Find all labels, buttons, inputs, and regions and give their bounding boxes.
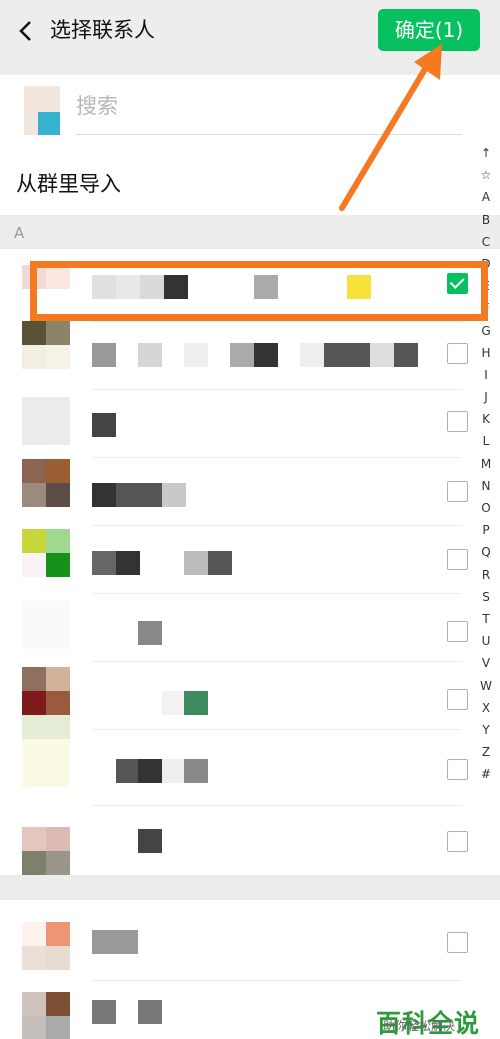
search-input[interactable]: 搜索 <box>76 90 118 120</box>
index-letter[interactable]: B <box>476 209 496 231</box>
highlight-annotation-box <box>30 261 488 321</box>
contact-checkbox[interactable] <box>447 831 468 852</box>
index-letter[interactable]: Q <box>476 541 496 563</box>
index-letter[interactable]: H <box>476 342 496 364</box>
section-header <box>0 215 500 249</box>
list-item[interactable] <box>0 457 500 525</box>
avatar <box>22 601 70 649</box>
index-letter[interactable]: S <box>476 586 496 608</box>
avatar <box>22 667 70 715</box>
list-item[interactable] <box>0 389 500 457</box>
contact-checkbox[interactable] <box>447 621 468 642</box>
list-item[interactable] <box>0 321 500 389</box>
index-letter[interactable]: U <box>476 630 496 652</box>
contact-checkbox[interactable] <box>447 343 468 364</box>
avatar <box>22 992 70 1039</box>
list-item[interactable] <box>0 661 500 729</box>
list-item[interactable] <box>0 525 500 593</box>
annotation-arrow-icon <box>339 44 442 211</box>
page-title: 选择联系人 <box>50 18 155 42</box>
index-letter[interactable]: ☆ <box>476 164 496 186</box>
alphabet-index-bar[interactable]: ↑ ☆ A B C D E F G H I J K L M N O P Q R S T U V W X Y Z # <box>476 142 496 785</box>
index-letter[interactable]: M <box>476 453 496 475</box>
index-letter[interactable]: P <box>476 519 496 541</box>
index-letter[interactable]: X <box>476 697 496 719</box>
index-letter[interactable]: K <box>476 408 496 430</box>
contact-checkbox[interactable] <box>447 932 468 953</box>
contact-list <box>0 249 500 875</box>
watermark-subtitle: 助你轻松解决 <box>383 1019 456 1033</box>
avatar <box>22 922 70 970</box>
back-arrow-icon[interactable] <box>14 16 40 46</box>
section-letter: A <box>14 224 25 242</box>
index-letter[interactable]: I <box>476 364 496 386</box>
index-letter[interactable]: C <box>476 231 496 253</box>
index-letter[interactable]: W <box>476 675 496 697</box>
list-item[interactable] <box>0 805 500 875</box>
index-letter[interactable]: R <box>476 564 496 586</box>
index-letter[interactable]: A <box>476 186 496 208</box>
avatar <box>22 715 70 787</box>
search-icon <box>24 86 60 136</box>
index-letter[interactable]: # <box>476 763 496 785</box>
index-letter[interactable]: O <box>476 497 496 519</box>
contact-checkbox[interactable] <box>447 549 468 570</box>
index-letter[interactable]: L <box>476 430 496 452</box>
contact-checkbox[interactable] <box>447 759 468 780</box>
index-letter[interactable]: N <box>476 475 496 497</box>
contact-checkbox[interactable] <box>447 411 468 432</box>
avatar <box>22 397 70 445</box>
index-letter[interactable]: T <box>476 608 496 630</box>
avatar <box>22 459 70 507</box>
avatar <box>22 321 70 369</box>
list-item[interactable] <box>0 908 500 976</box>
index-letter[interactable]: G <box>476 320 496 342</box>
index-letter[interactable]: V <box>476 652 496 674</box>
contact-checkbox[interactable] <box>447 689 468 710</box>
list-item[interactable] <box>0 593 500 661</box>
avatar <box>22 827 70 875</box>
index-letter[interactable]: ↑ <box>476 142 496 164</box>
list-item[interactable] <box>0 715 500 797</box>
avatar <box>22 529 70 577</box>
index-letter[interactable]: Y <box>476 719 496 741</box>
import-from-group-label: 从群里导入 <box>16 172 121 196</box>
index-letter[interactable]: J <box>476 386 496 408</box>
contact-checkbox[interactable] <box>447 481 468 502</box>
index-letter[interactable]: Z <box>476 741 496 763</box>
